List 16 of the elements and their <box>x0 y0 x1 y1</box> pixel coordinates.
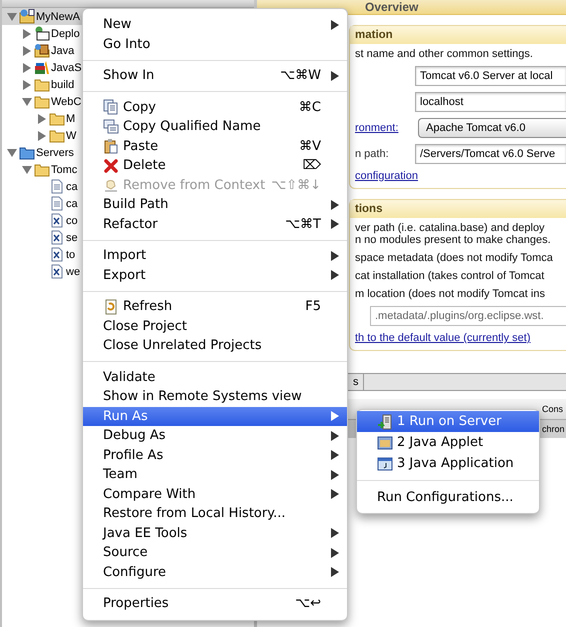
editor-title: Overview <box>365 1 418 14</box>
shortcut-label: ⌦ <box>302 158 321 174</box>
shortcut-label: F5 <box>305 299 321 314</box>
section-heading: mation <box>355 29 393 41</box>
shortcut-label: ⌘C <box>298 100 321 115</box>
shortcut-label: ⌥↩ <box>295 596 321 612</box>
section-description: st name and other common settings. <box>355 48 534 60</box>
shortcut-label: ⌘V <box>299 138 321 154</box>
field-label: n path: <box>355 148 389 160</box>
shortcut-label: ⌥⌘W <box>280 68 321 84</box>
section-description: n no modules present to make changes. <box>355 234 552 246</box>
shortcut-label: ⌥⇧⌘↓ <box>271 178 321 193</box>
section-heading: tions <box>355 203 382 215</box>
shortcut-label: ⌥⌘T <box>285 216 321 232</box>
console-status: chron <box>542 424 565 434</box>
section-description: ver path (i.e. catalina.base) and deploy <box>355 222 546 234</box>
